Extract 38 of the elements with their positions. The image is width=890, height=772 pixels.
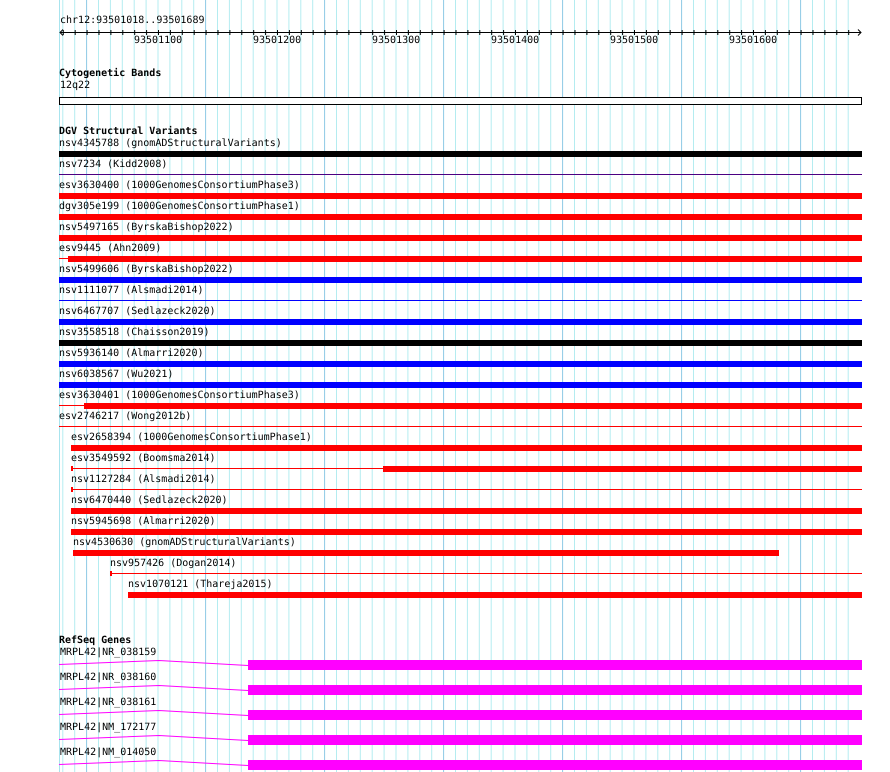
feature-label: nsv957426 (Dogan2014): [110, 558, 236, 570]
feature-label: nsv1111077 (Alsmadi2014): [59, 285, 204, 297]
feature-label: nsv6038567 (Wu2021): [59, 369, 174, 381]
tick-label: 93501300: [372, 35, 420, 47]
feature-label: nsv3558518 (Chaisson2019): [59, 327, 210, 339]
track-title: Cytogenetic Bands: [59, 68, 162, 80]
feature-label: esv3630401 (1000GenomesConsortiumPhase3): [59, 390, 300, 402]
feature-label: 12q22: [60, 80, 90, 92]
feature-label: dgv305e199 (1000GenomesConsortiumPhase1): [59, 201, 300, 213]
tick-label: 93501200: [253, 35, 302, 47]
feature-label: nsv4345788 (gnomADStructuralVariants): [59, 138, 282, 150]
tick-label: 93501400: [491, 35, 540, 47]
feature-label: nsv1127284 (Alsmadi2014): [71, 474, 216, 486]
tick-label: 93501600: [729, 35, 778, 47]
feature-label: nsv1070121 (Thareja2015): [128, 579, 272, 591]
feature-label: esv9445 (Ahn2009): [59, 243, 162, 255]
feature-label: nsv7234 (Kidd2008): [59, 159, 168, 171]
feature-label: MRPL42|NR_038160: [60, 672, 156, 684]
feature-label: esv2658394 (1000GenomesConsortiumPhase1): [71, 432, 312, 444]
tick-label: 93501500: [610, 35, 658, 47]
feature-label: MRPL42|NM_172177: [60, 722, 156, 734]
feature-label: nsv6467707 (Sedlazeck2020): [59, 306, 216, 318]
track-title: DGV Structural Variants: [59, 126, 198, 138]
feature-label: esv2746217 (Wong2012b): [59, 411, 192, 423]
feature-label: esv3549592 (Boomsma2014): [71, 453, 216, 465]
feature-label: MRPL42|NR_038161: [60, 697, 156, 709]
track-title: RefSeq Genes: [59, 635, 132, 647]
tick-label: 93501100: [134, 35, 182, 47]
feature-label: MRPL42|NM_014050: [60, 747, 156, 759]
feature-label: esv3630400 (1000GenomesConsortiumPhase3): [59, 180, 300, 192]
feature-label: nsv4530630 (gnomADStructuralVariants): [73, 537, 296, 549]
feature-label: nsv5497165 (ByrskaBishop2022): [59, 222, 234, 234]
location-label: chr12:93501018..93501689: [60, 15, 206, 27]
feature-label: nsv6470440 (Sedlazeck2020): [71, 495, 228, 507]
feature-label: nsv5945698 (Almarri2020): [71, 516, 216, 528]
feature-label: nsv5936140 (Almarri2020): [59, 348, 204, 360]
feature-label: nsv5499606 (ByrskaBishop2022): [59, 264, 234, 276]
feature-label: MRPL42|NR_038159: [60, 647, 156, 659]
